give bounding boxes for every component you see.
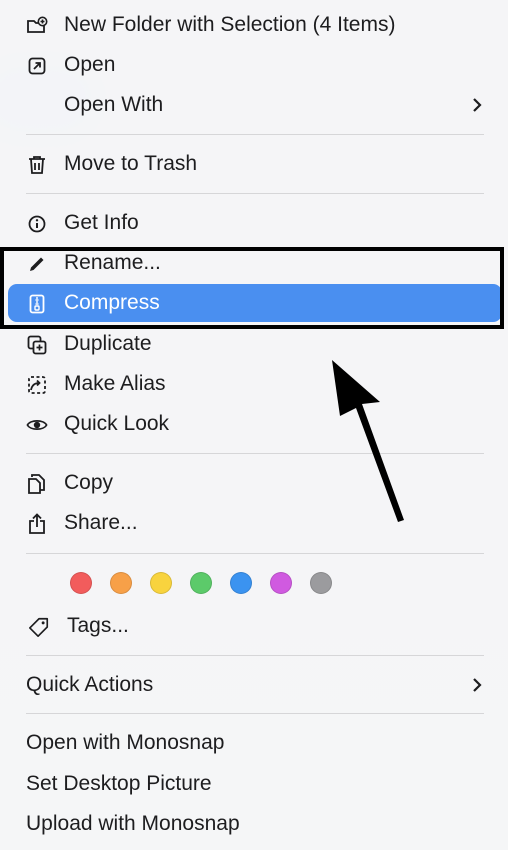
menu-item-label: Set Desktop Picture [26, 772, 212, 795]
menu-item-quick-look[interactable]: Quick Look [8, 405, 502, 443]
tag-icon [28, 616, 50, 638]
menu-item-label: Copy [64, 471, 114, 494]
folder-plus-icon [26, 15, 48, 37]
menu-item-label: Open [64, 53, 116, 76]
tag-green-dot[interactable] [190, 572, 212, 594]
menu-item-set-desktop-picture[interactable]: Set Desktop Picture [8, 765, 502, 803]
menu-item-label: Quick Look [64, 412, 170, 435]
chevron-right-icon [470, 674, 484, 696]
eye-icon [26, 414, 48, 436]
tag-purple-dot[interactable] [270, 572, 292, 594]
menu-item-make-alias[interactable]: Make Alias [8, 365, 502, 403]
menu-item-label: Make Alias [64, 372, 166, 395]
menu-item-label: Rename... [64, 251, 161, 274]
tag-orange-dot[interactable] [110, 572, 132, 594]
tag-red-dot[interactable] [70, 572, 92, 594]
menu-item-move-to-trash[interactable]: Move to Trash [8, 145, 502, 183]
menu-item-label: Open With [64, 93, 164, 116]
annotation-arrow-icon [320, 350, 410, 530]
zip-file-icon [26, 293, 48, 315]
context-menu: New Folder with Selection (4 Items) Open… [0, 0, 508, 850]
tag-color-picker [70, 572, 332, 594]
menu-item-open[interactable]: Open [8, 46, 502, 84]
menu-separator [26, 193, 484, 194]
menu-item-upload-with-monosnap[interactable]: Upload with Monosnap [8, 805, 502, 843]
menu-item-share[interactable]: Share... [8, 504, 502, 542]
menu-item-label: Upload with Monosnap [26, 812, 240, 835]
menu-item-label: Move to Trash [64, 152, 198, 175]
chevron-right-icon [470, 94, 484, 116]
menu-item-label: Tags... [67, 614, 129, 637]
pencil-icon [26, 253, 48, 275]
menu-item-duplicate[interactable]: Duplicate [8, 325, 502, 363]
tag-yellow-dot[interactable] [150, 572, 172, 594]
duplicate-icon [26, 334, 48, 356]
menu-item-get-info[interactable]: Get Info [8, 204, 502, 242]
menu-separator [26, 713, 484, 714]
menu-item-copy[interactable]: Copy [8, 464, 502, 502]
alias-icon [26, 374, 48, 396]
menu-separator [26, 134, 484, 135]
menu-item-new-folder-with-selection[interactable]: New Folder with Selection (4 Items) [8, 6, 502, 44]
open-arrow-icon [26, 55, 48, 77]
menu-item-open-with-monosnap[interactable]: Open with Monosnap [8, 724, 502, 762]
menu-separator [26, 553, 484, 554]
menu-item-quick-actions[interactable]: Quick Actions [8, 666, 502, 704]
tag-blue-dot[interactable] [230, 572, 252, 594]
menu-item-rename[interactable]: Rename... [8, 244, 502, 282]
menu-separator [26, 655, 484, 656]
menu-item-label: New Folder with Selection (4 Items) [64, 13, 396, 36]
menu-item-label: Duplicate [64, 332, 152, 355]
menu-item-label: Compress [64, 291, 160, 314]
share-icon [26, 513, 48, 535]
trash-icon [26, 154, 48, 176]
menu-item-label: Quick Actions [26, 673, 154, 696]
copy-icon [26, 473, 48, 495]
menu-item-open-with[interactable]: Open With [8, 86, 502, 124]
menu-item-tags[interactable]: Tags... [8, 607, 502, 645]
menu-item-label: Get Info [64, 211, 139, 234]
info-icon [26, 213, 48, 235]
menu-item-label: Share... [64, 511, 138, 534]
menu-item-label: Open with Monosnap [26, 731, 225, 754]
menu-separator [26, 453, 484, 454]
tag-gray-dot[interactable] [310, 572, 332, 594]
menu-item-compress[interactable]: Compress [8, 284, 502, 322]
